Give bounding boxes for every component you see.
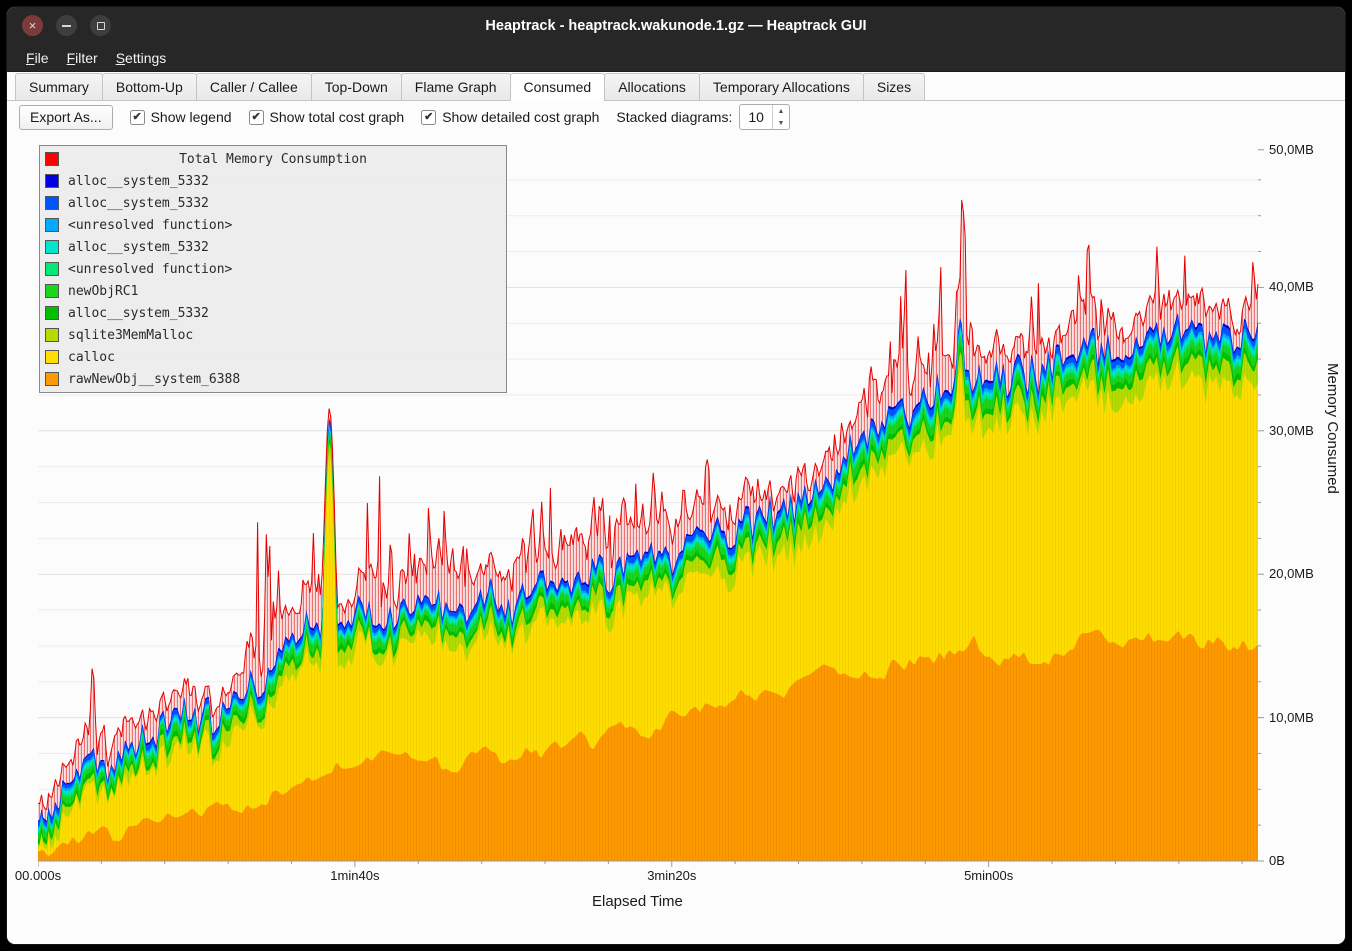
legend-swatch: [45, 196, 59, 210]
y-axis-tick-label: 0B: [1269, 853, 1285, 868]
legend-item: <unresolved function>: [40, 214, 506, 236]
legend-label: alloc__system_5332: [68, 196, 209, 211]
tab-caller-callee[interactable]: Caller / Callee: [196, 73, 312, 100]
chart-area: Total Memory Consumption alloc__system_53…: [7, 133, 1345, 944]
window-controls: [22, 15, 111, 36]
legend-label: calloc: [68, 350, 115, 365]
legend-swatch: [45, 284, 59, 298]
legend-label: alloc__system_5332: [68, 306, 209, 321]
spin-up-icon[interactable]: ▲: [773, 105, 789, 117]
show-legend-checkbox[interactable]: Show legend: [130, 109, 232, 125]
y-axis-tick-label: 10,0MB: [1269, 710, 1314, 725]
checkbox-checked-icon: [249, 110, 264, 125]
x-axis-tick-label: 3min20s: [647, 868, 696, 883]
close-button[interactable]: [22, 15, 43, 36]
checkbox-label: Show legend: [151, 109, 232, 125]
x-axis-tick-label: 5min00s: [964, 868, 1013, 883]
legend-label: <unresolved function>: [68, 262, 232, 277]
legend-swatch: [45, 328, 59, 342]
legend-label: Total Memory Consumption: [40, 152, 506, 167]
y-axis-tick-label: 20,0MB: [1269, 566, 1314, 581]
tab-allocations[interactable]: Allocations: [604, 73, 700, 100]
app-window: Heaptrack - heaptrack.wakunode.1.gz — He…: [6, 6, 1346, 945]
checkbox-label: Show total cost graph: [270, 109, 405, 125]
legend-item: alloc__system_5332: [40, 192, 506, 214]
x-axis-tick-label: 00.000s: [15, 868, 61, 883]
spinbox-arrows: ▲ ▼: [772, 105, 789, 129]
toolbar: Export As... Show legend Show total cost…: [7, 101, 1345, 133]
maximize-icon: [97, 22, 105, 30]
x-axis-title: Elapsed Time: [592, 893, 683, 910]
tab-temporary-allocations[interactable]: Temporary Allocations: [699, 73, 864, 100]
minimize-icon: [62, 25, 71, 27]
legend-label: newObjRC1: [68, 284, 138, 299]
tab-summary[interactable]: Summary: [15, 73, 103, 100]
spinbox-value[interactable]: 10: [740, 105, 772, 129]
legend-title-row: Total Memory Consumption: [40, 148, 506, 170]
tab-consumed[interactable]: Consumed: [510, 73, 606, 101]
checkbox-checked-icon: [130, 110, 145, 125]
legend-swatch: [45, 218, 59, 232]
window-title: Heaptrack - heaptrack.wakunode.1.gz — He…: [127, 7, 1225, 45]
y-axis-tick-label: 40,0MB: [1269, 279, 1314, 294]
maximize-button[interactable]: [90, 15, 111, 36]
export-as-button[interactable]: Export As...: [19, 105, 113, 130]
legend-swatch: [45, 174, 59, 188]
legend-label: alloc__system_5332: [68, 174, 209, 189]
menu-settings[interactable]: Settings: [107, 47, 176, 69]
legend-label: rawNewObj__system_6388: [68, 372, 240, 387]
menu-file[interactable]: File: [17, 47, 58, 69]
chart-legend: Total Memory Consumption alloc__system_53…: [39, 145, 507, 393]
checkbox-label: Show detailed cost graph: [442, 109, 599, 125]
menu-bar: File Filter Settings: [7, 45, 1345, 72]
legend-item: alloc__system_5332: [40, 170, 506, 192]
checkbox-checked-icon: [421, 110, 436, 125]
legend-label: sqlite3MemMalloc: [68, 328, 193, 343]
legend-swatch: [45, 372, 59, 386]
legend-label: <unresolved function>: [68, 218, 232, 233]
legend-item: alloc__system_5332: [40, 302, 506, 324]
title-bar[interactable]: Heaptrack - heaptrack.wakunode.1.gz — He…: [7, 7, 1345, 45]
legend-swatch: [45, 262, 59, 276]
legend-item: rawNewObj__system_6388: [40, 368, 506, 390]
legend-item: newObjRC1: [40, 280, 506, 302]
minimize-button[interactable]: [56, 15, 77, 36]
tab-bottom-up[interactable]: Bottom-Up: [102, 73, 197, 100]
legend-item: alloc__system_5332: [40, 236, 506, 258]
tab-sizes[interactable]: Sizes: [863, 73, 925, 100]
y-axis-title: Memory Consumed: [1324, 363, 1341, 494]
legend-item: sqlite3MemMalloc: [40, 324, 506, 346]
y-axis-tick-label: 30,0MB: [1269, 423, 1314, 438]
menu-filter[interactable]: Filter: [58, 47, 107, 69]
legend-swatch: [45, 350, 59, 364]
legend-label: alloc__system_5332: [68, 240, 209, 255]
tab-bar: Summary Bottom-Up Caller / Callee Top-Do…: [7, 72, 1345, 101]
tab-flame-graph[interactable]: Flame Graph: [401, 73, 511, 100]
legend-item: calloc: [40, 346, 506, 368]
legend-swatch: [45, 306, 59, 320]
stacked-diagrams-label: Stacked diagrams:: [616, 109, 732, 125]
tab-top-down[interactable]: Top-Down: [311, 73, 402, 100]
legend-swatch: [45, 240, 59, 254]
spin-down-icon[interactable]: ▼: [773, 117, 789, 129]
y-axis-tick-label: 50,0MB: [1269, 142, 1314, 157]
show-total-cost-checkbox[interactable]: Show total cost graph: [249, 109, 405, 125]
show-detailed-cost-checkbox[interactable]: Show detailed cost graph: [421, 109, 599, 125]
stacked-diagrams-spinbox[interactable]: 10 ▲ ▼: [739, 104, 790, 130]
x-axis-tick-label: 1min40s: [330, 868, 379, 883]
legend-item: <unresolved function>: [40, 258, 506, 280]
stacked-diagrams-group: Stacked diagrams: 10 ▲ ▼: [616, 104, 790, 130]
